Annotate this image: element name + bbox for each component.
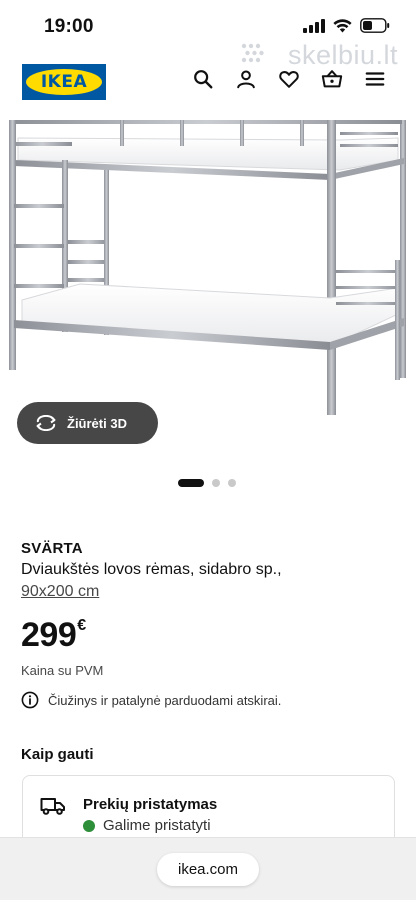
user-icon[interactable] (235, 68, 257, 90)
product-description: Dviaukštės lovos rėmas, sidabro sp., (21, 561, 282, 578)
section-title: Kaip gauti (21, 746, 94, 763)
product-name: SVÄRTA (21, 540, 83, 557)
header: IKEA (0, 58, 416, 108)
truck-icon (40, 798, 65, 815)
search-icon[interactable] (192, 68, 214, 90)
info-icon (21, 691, 39, 709)
wifi-icon (333, 18, 352, 32)
carousel-indicator (178, 479, 236, 487)
price-currency: € (77, 617, 87, 634)
address-bar[interactable]: ikea.com (157, 853, 259, 886)
logo-text: IKEA (40, 72, 88, 92)
menu-icon[interactable] (364, 68, 386, 90)
product-price: 299 € (21, 616, 87, 654)
status-icons (303, 18, 390, 33)
browser-bottom-bar: ikea.com (0, 837, 416, 900)
basket-icon[interactable] (321, 68, 343, 90)
price-note: Kaina su PVM (21, 663, 104, 678)
battery-icon (360, 18, 390, 33)
delivery-title: Prekių pristatymas (83, 796, 218, 813)
logo-oval: IKEA (26, 69, 102, 95)
cellular-signal-icon (303, 18, 325, 33)
rotate-3d-icon (36, 415, 56, 431)
info-text: Čiužinys ir patalynė parduodami atskirai… (48, 692, 282, 708)
carousel-dot-1[interactable] (178, 479, 204, 487)
status-time: 19:00 (44, 16, 94, 37)
delivery-status: Galime pristatyti (83, 817, 211, 834)
heart-icon[interactable] (278, 68, 300, 90)
product-size-link[interactable]: 90x200 cm (21, 583, 99, 601)
carousel-dot-3[interactable] (228, 479, 236, 487)
view-3d-label: Žiūrėti 3D (67, 415, 127, 431)
availability-dot-icon (83, 819, 95, 832)
price-value: 299 (21, 616, 77, 654)
carousel-dot-2[interactable] (212, 479, 220, 487)
ikea-logo[interactable]: IKEA (22, 64, 106, 100)
info-note: Čiužinys ir patalynė parduodami atskirai… (21, 691, 281, 709)
header-icons (192, 68, 386, 90)
delivery-status-text: Galime pristatyti (103, 817, 211, 834)
view-3d-button[interactable]: Žiūrėti 3D (17, 402, 158, 444)
